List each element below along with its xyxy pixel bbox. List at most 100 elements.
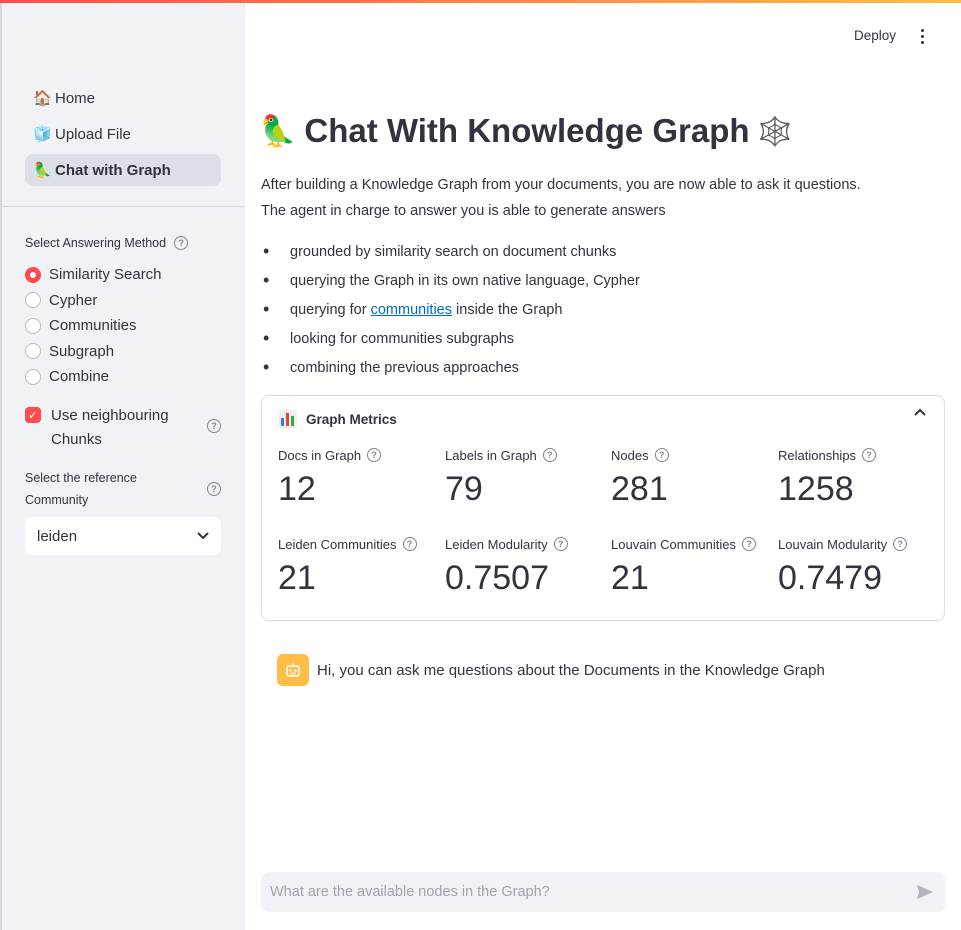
chevron-up-icon[interactable] [914, 408, 926, 416]
list-item-text: combining the previous approaches [290, 359, 519, 376]
list-item: • combining the previous approaches [263, 357, 519, 377]
radio-unselected-icon [25, 368, 41, 385]
radio-cypher[interactable]: Cypher [25, 288, 162, 314]
intro-line: The agent in charge to answer you is abl… [261, 203, 666, 219]
metric-label: Docs in Graph [278, 447, 362, 463]
help-icon[interactable]: ? [402, 537, 417, 551]
neighbouring-chunks-checkbox[interactable]: ✓ [25, 407, 41, 423]
chevron-down-icon [197, 532, 209, 540]
radio-combine[interactable]: Combine [25, 364, 162, 390]
cube-icon: 🧊 [33, 126, 52, 143]
neighbouring-chunks-row: ✓ Use neighbouring Chunks ? [25, 404, 221, 452]
chat-input[interactable] [261, 872, 901, 912]
metric-label: Leiden Modularity [445, 536, 548, 552]
metric-relationships: Relationships? 1258 [778, 446, 938, 509]
help-icon[interactable]: ? [207, 419, 221, 433]
radio-subgraph[interactable]: Subgraph [25, 339, 162, 365]
list-item: • querying the Graph in its own native la… [263, 270, 640, 290]
list-item: • looking for communities subgraphs [263, 328, 515, 348]
graph-metrics-expander: Graph Metrics Docs in Graph? 12 Labels i… [261, 395, 945, 621]
help-icon[interactable]: ? [367, 448, 382, 462]
radio-unselected-icon [25, 343, 41, 360]
help-icon[interactable]: ? [862, 448, 877, 462]
community-label: Select the reference Community [25, 471, 137, 507]
metric-label: Nodes [611, 447, 649, 463]
metric-docs-in-graph: Docs in Graph? 12 [278, 446, 438, 509]
help-icon[interactable]: ? [654, 448, 669, 462]
radio-communities[interactable]: Communities [25, 313, 162, 339]
page-title-text: Chat With Knowledge Graph [304, 112, 750, 149]
list-item: • grounded by similarity search on docume… [263, 241, 617, 261]
sidebar-item-label: Chat with Graph [55, 161, 171, 179]
help-icon[interactable]: ? [742, 537, 757, 551]
parrot-icon: 🦜 [259, 114, 297, 148]
metric-label: Relationships [778, 447, 857, 463]
list-item-text: looking for communities subgraphs [290, 330, 515, 347]
neighbouring-chunks-label: Use neighbouring Chunks [51, 407, 169, 448]
top-decoration-bar [0, 0, 961, 3]
metric-leiden-communities: Leiden Communities? 21 [278, 535, 438, 598]
radio-label: Cypher [49, 291, 98, 309]
metric-louvain-communities: Louvain Communities? 21 [611, 535, 771, 598]
list-item-text: inside the Graph [456, 301, 563, 318]
page-title: 🦜 Chat With Knowledge Graph 🕸️ [259, 112, 792, 150]
home-icon: 🏠 [33, 90, 52, 107]
assistant-message: Hi, you can ask me questions about the D… [277, 654, 825, 686]
metric-louvain-modularity: Louvain Modularity? 0.7479 [778, 535, 938, 598]
bot-avatar-icon [277, 654, 309, 686]
intro-line: After building a Knowledge Graph from yo… [261, 177, 861, 193]
metric-value: 12 [278, 470, 316, 508]
bar-chart-icon [279, 410, 297, 428]
help-icon[interactable]: ? [174, 236, 189, 250]
community-select[interactable]: leiden [25, 517, 221, 555]
communities-link[interactable]: communities [371, 302, 452, 318]
metric-nodes: Nodes? 281 [611, 446, 771, 509]
approaches-list: • grounded by similarity search on docume… [261, 237, 640, 382]
help-icon[interactable]: ? [207, 482, 221, 496]
help-icon[interactable]: ? [542, 448, 557, 462]
radio-label: Similarity Search [49, 266, 162, 284]
spider-web-icon: 🕸️ [757, 115, 793, 147]
answering-method-label: Select Answering Method [25, 236, 167, 250]
deploy-button[interactable]: Deploy [846, 24, 904, 47]
radio-label: Communities [49, 317, 137, 335]
metric-leiden-modularity: Leiden Modularity? 0.7507 [445, 535, 605, 598]
metric-label: Louvain Communities [611, 536, 737, 552]
metric-label: Louvain Modularity [778, 536, 888, 552]
list-item-text: querying for [290, 301, 367, 318]
help-icon[interactable]: ? [553, 537, 568, 551]
metric-labels-in-graph: Labels in Graph? 79 [445, 446, 605, 509]
send-icon[interactable] [915, 882, 935, 902]
metric-value: 21 [611, 559, 649, 597]
radio-label: Subgraph [49, 342, 115, 360]
chat-input-container [261, 872, 945, 912]
list-item-text: grounded by similarity search on documen… [290, 243, 617, 260]
sidebar-divider [0, 206, 245, 207]
sidebar-item-home[interactable]: 🏠 Home [25, 82, 221, 114]
sidebar-item-label: Upload File [55, 125, 131, 143]
sidebar-item-chat-with-graph[interactable]: 🦜 Chat with Graph [25, 154, 221, 186]
intro-text: After building a Knowledge Graph from yo… [261, 172, 861, 224]
metric-value: 281 [611, 470, 668, 508]
main-menu-icon[interactable] [912, 24, 932, 48]
help-icon[interactable]: ? [893, 537, 908, 551]
metric-label: Labels in Graph [445, 447, 537, 463]
sidebar-item-upload-file[interactable]: 🧊 Upload File [25, 118, 221, 150]
metric-label: Leiden Communities [278, 536, 397, 552]
metric-value: 79 [445, 470, 483, 508]
metric-value: 0.7507 [445, 559, 549, 597]
list-item: • querying for communities inside the Gr… [263, 299, 563, 319]
radio-unselected-icon [25, 292, 41, 309]
radio-similarity-search[interactable]: Similarity Search [25, 262, 162, 288]
radio-unselected-icon [25, 317, 41, 334]
graph-metrics-header[interactable]: Graph Metrics [279, 410, 397, 428]
radio-selected-icon [25, 266, 41, 283]
community-label-row: Select the reference Community ? [25, 467, 221, 511]
community-select-value: leiden [37, 527, 78, 545]
metric-value: 0.7479 [778, 559, 882, 597]
sidebar-nav: 🏠 Home 🧊 Upload File 🦜 Chat with Graph [25, 82, 221, 190]
graph-metrics-title: Graph Metrics [306, 411, 397, 427]
answering-method-label-row: Select Answering Method ? [25, 232, 189, 254]
list-item-text: querying the Graph in its own native lan… [290, 272, 640, 289]
answering-method-radio-group: Similarity Search Cypher Communities Sub… [25, 262, 162, 390]
